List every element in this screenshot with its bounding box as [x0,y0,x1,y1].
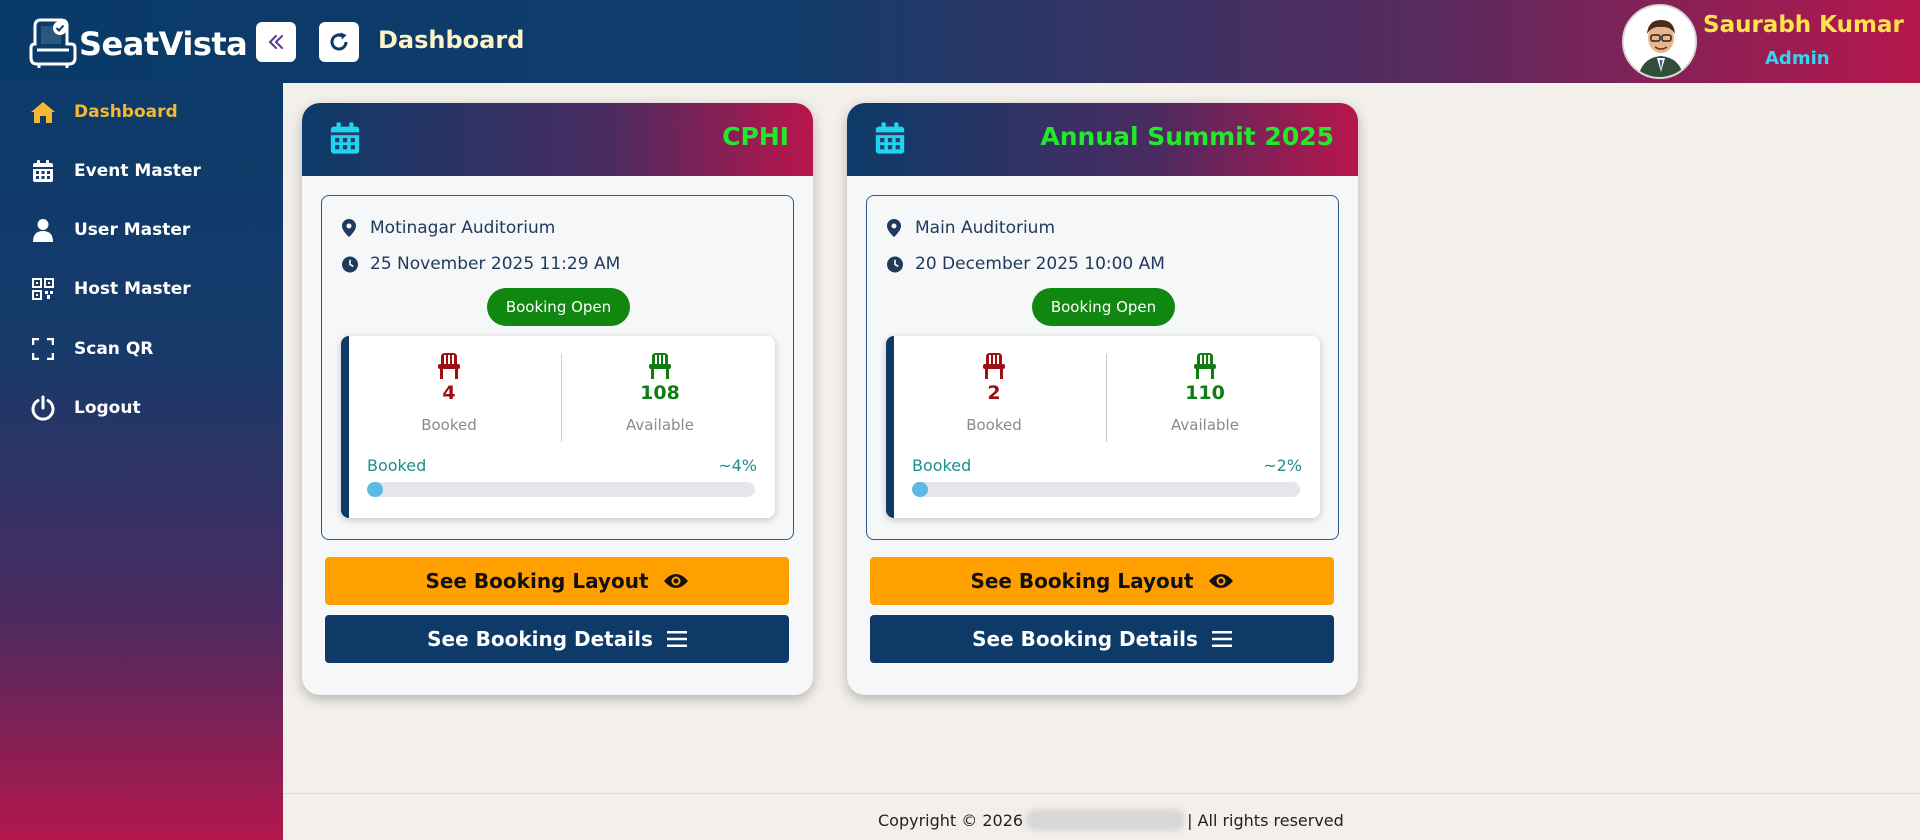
page-title: Dashboard [378,26,525,54]
calendar-icon [330,122,360,154]
status-badge: Booking Open [1032,288,1175,326]
sidebar: Dashboard Event Master User Master Host … [0,83,283,840]
redacted-company-name [1025,809,1186,831]
progress-label: Booked [912,456,972,475]
sidebar-item-label: Host Master [74,279,191,299]
eye-icon [663,572,689,590]
sidebar-item-logout[interactable]: Logout [30,393,141,423]
double-chevron-left-icon [268,35,283,49]
booking-progress-fill [912,482,928,497]
booking-progress-bar [367,482,755,497]
booking-progress-bar [912,482,1300,497]
power-icon [30,395,56,421]
progress-percent: ~2% [1263,456,1302,475]
event-title: CPHI [722,122,789,151]
event-datetime: 20 December 2025 10:00 AM [915,254,1165,274]
footer: Copyright © 2026 | All rights reserved [283,793,1920,840]
user-icon [30,217,56,243]
seat-icon [894,352,1094,380]
qr-code-icon [30,276,56,302]
sidebar-item-label: Event Master [74,161,201,181]
app-name: SeatVista [79,25,248,63]
sidebar-item-label: Dashboard [74,102,178,122]
seat-stats-panel: 2 Booked 110 Available Booked ~2% [886,336,1320,518]
event-card: CPHI Motinagar Auditorium 25 November 20… [302,103,813,695]
location-pin-icon [887,219,903,237]
available-stat: 110 Available [1105,352,1305,434]
refresh-icon [330,32,348,51]
available-stat: 108 Available [560,352,760,434]
sidebar-item-label: Scan QR [74,339,154,359]
seat-icon [1105,352,1305,380]
see-booking-layout-button[interactable]: See Booking Layout [325,557,789,605]
copyright-text: Copyright © 2026 | All rights reserved [878,809,1344,831]
sidebar-item-label: User Master [74,220,191,240]
user-role: Admin [1765,48,1830,69]
booked-label: Booked [421,416,477,434]
event-datetime: 25 November 2025 11:29 AM [370,254,621,274]
booking-progress-fill [367,482,383,497]
event-info-box: Main Auditorium 20 December 2025 10:00 A… [866,195,1339,540]
sidebar-item-host-master[interactable]: Host Master [30,274,191,304]
seat-logo-icon [29,18,77,68]
available-count: 110 [1185,382,1225,404]
clock-icon [887,255,903,273]
booked-count: 4 [442,382,456,404]
event-card-header: CPHI [302,103,813,176]
clock-icon [342,255,358,273]
status-badge: Booking Open [487,288,630,326]
user-name: Saurabh Kumar [1703,12,1904,38]
booked-label: Booked [966,416,1022,434]
booked-stat: 4 Booked [349,352,549,434]
seat-stats-panel: 4 Booked 108 Available Booked ~4% [341,336,775,518]
progress-percent: ~4% [718,456,757,475]
datetime-line: 25 November 2025 11:29 AM [342,254,620,274]
event-venue: Motinagar Auditorium [370,218,556,238]
app-logo[interactable]: SeatVista [27,18,248,70]
event-info-box: Motinagar Auditorium 25 November 2025 11… [321,195,794,540]
venue-line: Motinagar Auditorium [342,218,555,238]
available-count: 108 [640,382,680,404]
menu-icon [666,631,687,647]
button-label: See Booking Details [427,627,653,651]
button-label: See Booking Layout [425,569,649,593]
scan-icon [30,336,56,362]
event-card-header: Annual Summit 2025 [847,103,1358,176]
button-label: See Booking Details [972,627,1198,651]
collapse-sidebar-button[interactable] [256,22,296,62]
calendar-icon [875,122,905,154]
location-pin-icon [342,219,358,237]
seat-icon [560,352,760,380]
refresh-button[interactable] [319,22,359,62]
sidebar-item-scan-qr[interactable]: Scan QR [30,334,153,364]
booked-stat: 2 Booked [894,352,1094,434]
menu-icon [1211,631,1232,647]
see-booking-details-button[interactable]: See Booking Details [870,615,1334,663]
available-label: Available [1171,416,1239,434]
progress-label: Booked [367,456,427,475]
sidebar-item-user-master[interactable]: User Master [30,215,190,245]
venue-line: Main Auditorium [887,218,1055,238]
copyright-suffix: | All rights reserved [1187,810,1344,830]
calendar-icon [30,158,56,184]
sidebar-item-dashboard[interactable]: Dashboard [30,97,178,127]
event-title: Annual Summit 2025 [1040,122,1334,151]
button-label: See Booking Layout [970,569,1194,593]
home-icon [30,99,56,125]
eye-icon [1208,572,1234,590]
seat-icon [349,352,549,380]
datetime-line: 20 December 2025 10:00 AM [887,254,1165,274]
see-booking-details-button[interactable]: See Booking Details [325,615,789,663]
sidebar-item-label: Logout [74,398,141,418]
event-venue: Main Auditorium [915,218,1056,238]
see-booking-layout-button[interactable]: See Booking Layout [870,557,1334,605]
top-bar: SeatVista Dashboard Saurabh Kumar Admin [0,0,1920,83]
sidebar-item-event-master[interactable]: Event Master [30,156,201,186]
booked-count: 2 [987,382,1001,404]
user-avatar-icon [1624,6,1695,77]
event-card: Annual Summit 2025 Main Auditorium 20 De… [847,103,1358,695]
available-label: Available [626,416,694,434]
copyright-prefix: Copyright © 2026 [878,810,1024,830]
avatar[interactable] [1622,4,1697,79]
